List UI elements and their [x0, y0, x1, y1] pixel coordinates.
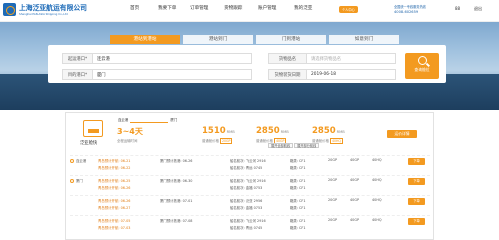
header: 上海泛亚航运有限公司 Shanghai PAN-ASIA Shipping Co… [0, 0, 499, 22]
schedule-row: 青岛预计开航: 07-05 青岛预计开航: 07-03 厦门预计抵港: 07-0… [70, 215, 430, 235]
destination-label: 目的港口* [63, 70, 93, 79]
price-40hq: 2850RMB [312, 126, 345, 136]
route-dot-icon [70, 159, 74, 163]
origin-label: 起运港口* [63, 54, 93, 63]
schedule-row: 青岛预计开航: 06-26 青岛预计开航: 06-27 厦门预计抵港: 07-0… [70, 195, 430, 215]
date-value[interactable]: 2019-06-18 [307, 72, 395, 77]
cargo-label: 货物品名 [269, 54, 307, 63]
date-label: 货物装货日期 [269, 70, 307, 79]
book-button[interactable]: 下单 [408, 178, 425, 185]
nav-account[interactable]: 账户管理 [258, 5, 276, 11]
hotline-number: 4008-602659 [394, 10, 419, 14]
origin-value[interactable]: 连云港 [93, 56, 251, 62]
tab-door-to-port[interactable]: 门到港站 [256, 35, 326, 44]
book-button[interactable]: 下单 [408, 198, 425, 205]
toggle-all-routes[interactable]: 展开全部航线 [268, 143, 294, 148]
nav-my-panasia[interactable]: 我的泛亚 [294, 5, 312, 11]
price-40gp: 2850RMB [256, 126, 289, 136]
schedule-row: 连云港 青岛预计开航: 06-21 青岛预计开航: 06-22 厦门预计抵港: … [70, 155, 430, 175]
route-from: 连云港 [118, 118, 129, 122]
tab-port-to-door[interactable]: 港站到门 [183, 35, 253, 44]
brand-logo[interactable]: 上海泛亚航运有限公司 Shanghai PAN-ASIA Shipping Co… [3, 3, 87, 16]
search-button[interactable]: 查询舱位 [405, 53, 439, 79]
tab-door-to-door[interactable]: 如意到门 [329, 35, 399, 44]
search-button-label: 查询舱位 [414, 67, 430, 72]
destination-field[interactable]: 目的港口* 厦门 [62, 69, 252, 80]
book-button[interactable]: 下单 [408, 158, 425, 165]
schedule-row: 厦门 青岛预计开航: 06-25 青岛预计开航: 06-26 厦门预计抵港: 0… [70, 175, 430, 195]
brand-subtitle: Shanghai PAN-ASIA Shipping Co.,Ltd [19, 11, 68, 16]
price-20gp: 1510RMB [202, 126, 235, 136]
route-to: 厦门 [170, 118, 178, 122]
destination-value[interactable]: 厦门 [93, 72, 251, 78]
personal-center-badge[interactable]: 个人中心 [339, 6, 358, 13]
transit-days: 3~4天 [117, 127, 143, 136]
ship-icon [83, 120, 103, 137]
nav-home[interactable]: 首页 [130, 5, 139, 11]
hotline-label: 全国统一专线服务热线 [394, 5, 426, 9]
price-detail-button[interactable]: 运价详情 [387, 130, 417, 138]
book-button[interactable]: 下单 [408, 218, 425, 225]
price-20gp-label: 普通舱价格 20GP [202, 138, 233, 144]
nav-order-manage[interactable]: 订单管理 [190, 5, 208, 11]
logout-link[interactable]: 退出 [474, 6, 482, 12]
origin-field[interactable]: 起运港口* 连云港 [62, 53, 252, 64]
search-panel: 起运港口* 连云港 目的港口* 厦门 货物品名 请选择货物品名 货物装货日期 2… [48, 45, 446, 83]
route-dot-icon [70, 179, 74, 183]
service-tabs: 港站到港站 港站到门 门到港站 如意到门 [110, 35, 402, 44]
user-name[interactable]: 88 [455, 6, 460, 11]
route-toggle-group: 展开全部航线 展开部分航线 [268, 143, 320, 148]
toggle-partial-routes[interactable]: 展开部分航线 [294, 143, 320, 148]
search-icon [417, 56, 427, 65]
cargo-placeholder[interactable]: 请选择货物品名 [307, 56, 395, 62]
route-arrow [130, 122, 168, 123]
company-logo-icon [3, 3, 16, 16]
transit-days-label: 全程运输时间 [117, 139, 138, 143]
brand-name: 上海泛亚航运有限公司 [19, 3, 87, 12]
nav-order[interactable]: 我要下单 [158, 5, 176, 11]
date-field[interactable]: 货物装货日期 2019-06-18 [268, 69, 396, 80]
cargo-field[interactable]: 货物品名 请选择货物品名 [268, 53, 396, 64]
carrier-name: 泛亚舱快 [80, 141, 98, 146]
nav-tracking[interactable]: 货物跟踪 [224, 5, 242, 11]
tab-port-to-port[interactable]: 港站到港站 [110, 35, 180, 44]
